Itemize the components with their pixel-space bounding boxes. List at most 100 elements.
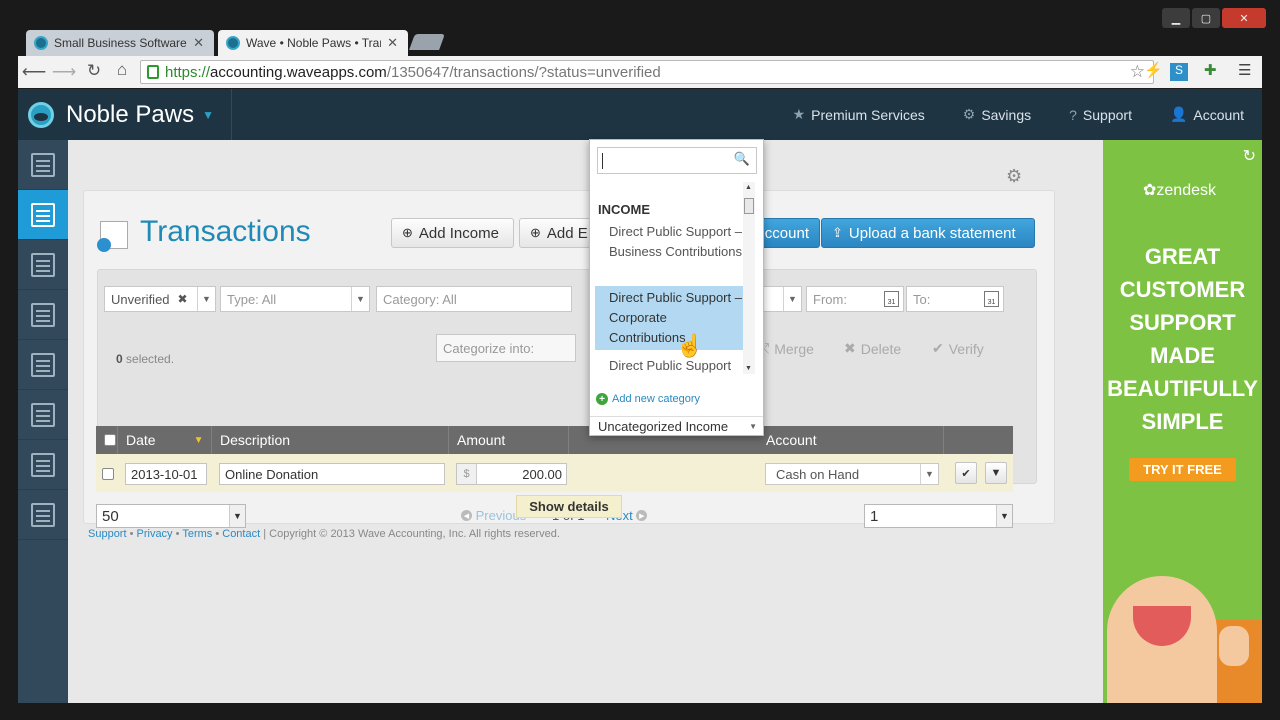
refresh-icon[interactable]: ↻ (1243, 146, 1256, 166)
nav-savings[interactable]: ⚙ Savings (963, 106, 1031, 123)
description-input[interactable]: Online Donation (219, 463, 445, 485)
nav-label: Savings (981, 106, 1032, 123)
try-it-free-button[interactable]: TRY IT FREE (1129, 458, 1236, 481)
caret-down-icon: ▼ (783, 287, 801, 311)
nav-support[interactable]: ? Support (1069, 107, 1132, 123)
caret-down-icon: ▼ (202, 107, 214, 122)
tab-close-icon[interactable]: ✕ (387, 35, 398, 51)
sidebar-item-bills[interactable] (18, 290, 68, 340)
category-option-highlighted[interactable]: Direct Public Support – Corporate Contri… (595, 286, 743, 350)
invoice-icon (31, 252, 55, 277)
current-category-select[interactable]: Uncategorized Income ▼ (590, 416, 763, 436)
account-select[interactable]: Cash on Hand ▼ (765, 463, 939, 485)
footer-link-terms[interactable]: Terms (182, 528, 212, 540)
scroll-down-icon[interactable]: ▼ (745, 365, 752, 372)
plus-icon: + (596, 393, 608, 405)
new-tab-button[interactable] (409, 34, 445, 50)
sidebar-item-invoices[interactable] (18, 240, 68, 290)
delete-button[interactable]: ✖ Delete (844, 340, 901, 357)
sidebar-item-transactions[interactable] (18, 190, 68, 240)
close-window-icon[interactable]: ✕ (1222, 8, 1266, 28)
lightning-extension-icon[interactable]: ⚡ (1144, 61, 1163, 79)
column-description[interactable]: Description (212, 426, 449, 454)
column-date[interactable]: Date ▼ (118, 426, 212, 454)
dropdown-scrollbar[interactable]: ▲ ▼ (743, 182, 755, 374)
add-expense-button[interactable]: ⊕ Add E (519, 218, 599, 248)
verify-row-button[interactable]: ✔ (955, 462, 977, 484)
button-label: ccount (764, 224, 809, 242)
add-new-category-link[interactable]: + Add new category (596, 393, 700, 405)
zendesk-ad[interactable]: ↻ ✿zendesk GREAT CUSTOMER SUPPORT MADE B… (1103, 140, 1262, 703)
settings-gear-icon[interactable]: ⚙ (1006, 166, 1022, 187)
minimize-icon[interactable]: ▁ (1162, 8, 1190, 28)
previous-arrow-icon: ◀ (461, 510, 472, 521)
add-income-button[interactable]: ⊕ Add Income (391, 218, 514, 248)
caret-down-icon: ▼ (229, 505, 245, 527)
main-content: ⚙ Transactions ⊕ Add Income ⊕ Add E ccount… (68, 140, 1103, 703)
column-account[interactable]: Account (758, 426, 944, 454)
transactions-icon (31, 202, 55, 227)
row-checkbox[interactable] (102, 468, 114, 480)
ad-headline: GREAT CUSTOMER SUPPORT MADE BEAUTIFULLY … (1107, 244, 1258, 434)
sidebar-item-contacts[interactable] (18, 490, 68, 540)
check-icon: ✔ (932, 340, 944, 356)
status-filter[interactable]: Unverified ✖ ▼ (104, 286, 216, 312)
category-option[interactable]: Direct Public Support – Business Contrib… (595, 220, 743, 264)
nav-premium-services[interactable]: ★ Premium Services (793, 106, 925, 123)
business-switcher[interactable]: Noble Paws ▼ (18, 89, 232, 140)
upload-icon: ⇪ (832, 225, 843, 240)
puzzle-extension-icon[interactable]: ✚ (1204, 61, 1217, 79)
row-options-button[interactable]: ▼ (985, 462, 1007, 484)
account-value: Cash on Hand (776, 466, 860, 482)
s-extension-icon[interactable]: S (1170, 63, 1188, 81)
footer-link-support[interactable]: Support (88, 528, 127, 540)
sidebar-item-accounting[interactable] (18, 390, 68, 440)
delete-label: Delete (860, 340, 902, 357)
current-category-value: Uncategorized Income (598, 419, 729, 434)
upload-bank-statement-button[interactable]: ⇪ Upload a bank statement (821, 218, 1035, 248)
sidebar-item-reports[interactable] (18, 440, 68, 490)
date-input[interactable]: 2013-10-01 (125, 463, 207, 485)
sidebar-item-receipts[interactable] (18, 340, 68, 390)
browser-tab-small-business[interactable]: Small Business Software | ✕ (26, 30, 214, 56)
back-arrow-icon[interactable]: ⟵ (20, 62, 48, 82)
select-all-checkbox[interactable] (104, 434, 116, 446)
footer-link-privacy[interactable]: Privacy (137, 528, 173, 540)
scroll-thumb[interactable] (744, 198, 754, 214)
forward-arrow-icon[interactable]: ⟶ (50, 62, 78, 82)
category-option[interactable]: Direct Public Support (595, 354, 743, 376)
address-bar[interactable]: https://accounting.waveapps.com/1350647/… (140, 60, 1154, 84)
browser-tab-wave-transactions[interactable]: Wave • Noble Paws • Tran ✕ (218, 30, 408, 56)
maximize-icon[interactable]: ▢ (1192, 8, 1220, 28)
clear-x-icon[interactable]: ✖ (178, 292, 188, 306)
bookmark-star-icon[interactable]: ☆ (1130, 62, 1145, 82)
nav-account[interactable]: 👤 Account (1170, 106, 1244, 123)
calendar-icon[interactable]: 31 (984, 291, 999, 307)
to-date-input[interactable]: To: 31 (906, 286, 1004, 312)
categorize-into-select[interactable]: Categorize into: (436, 334, 576, 362)
selected-count-label: selected. (122, 352, 175, 366)
footer-link-contact[interactable]: Contact (222, 528, 260, 540)
per-page-select[interactable]: 50 ▼ (96, 504, 246, 528)
from-date-input[interactable]: From: 31 (806, 286, 904, 312)
category-filter[interactable]: Category: All (376, 286, 572, 312)
verify-button[interactable]: ✔ Verify (932, 340, 984, 357)
amount-input[interactable]: $ 200.00 (456, 463, 567, 485)
calendar-icon[interactable]: 31 (884, 291, 899, 307)
column-label: Description (220, 432, 291, 448)
window-border-right (1262, 56, 1280, 720)
merge-button[interactable]: ⤲Merge (758, 340, 814, 357)
column-amount[interactable]: Amount (449, 426, 569, 454)
reload-icon[interactable]: ↻ (80, 61, 108, 81)
amount-value: 200.00 (522, 466, 562, 482)
category-search-input[interactable]: 🔍 (597, 147, 757, 174)
tab-close-icon[interactable]: ✕ (193, 35, 204, 51)
scroll-up-icon[interactable]: ▲ (745, 184, 752, 191)
sidebar-item-dashboard[interactable] (18, 140, 68, 190)
type-filter[interactable]: Type: All ▼ (220, 286, 370, 312)
page-number-select[interactable]: 1 ▼ (864, 504, 1013, 528)
menu-icon[interactable]: ☰ (1238, 61, 1251, 79)
home-icon[interactable]: ⌂ (108, 60, 136, 80)
to-date-placeholder: To: (913, 291, 931, 307)
plus-circle-icon: ⊕ (402, 225, 413, 240)
